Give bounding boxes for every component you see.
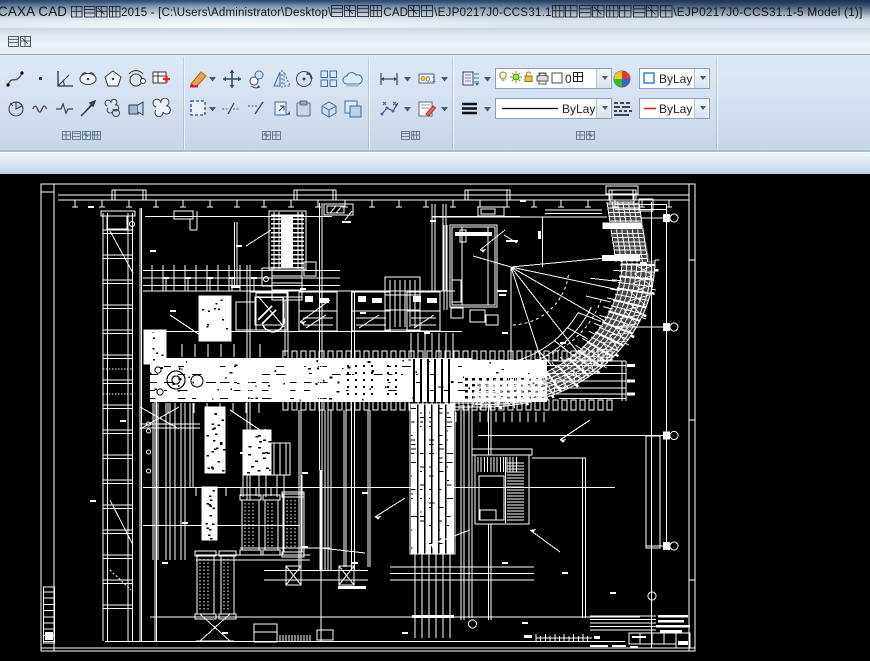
svg-text:0.1: 0.1 — [426, 77, 436, 84]
